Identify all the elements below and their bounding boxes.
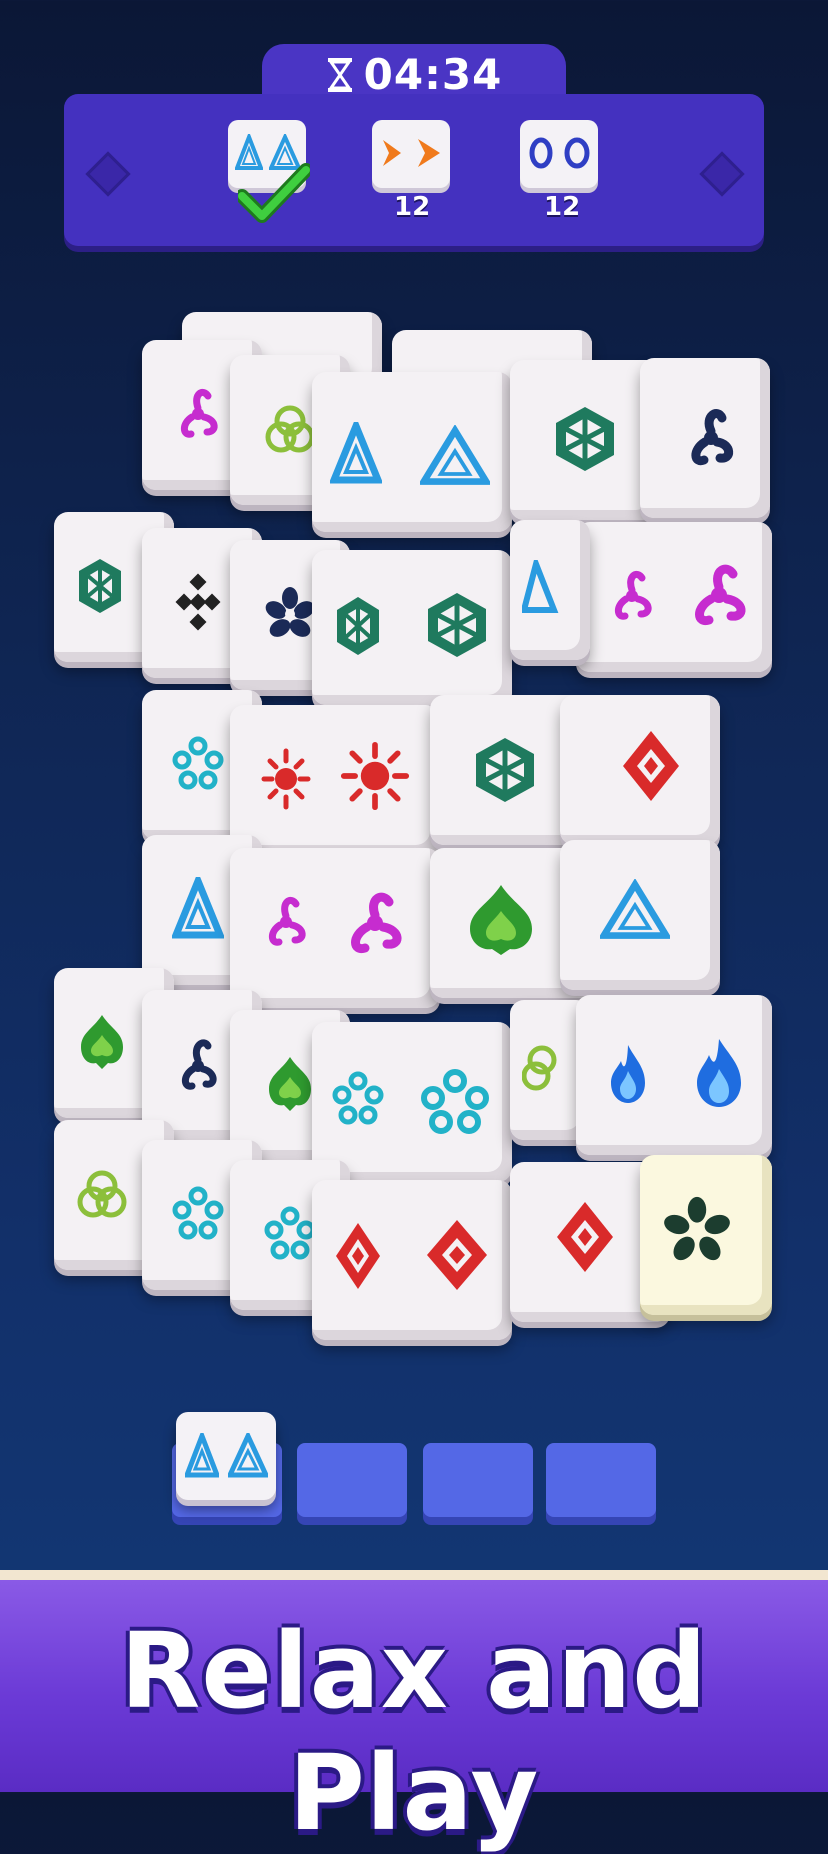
triangle-icon — [516, 556, 568, 620]
five-dots-icon — [172, 1182, 224, 1246]
hexagon-icon — [470, 735, 540, 805]
sun-icon — [260, 747, 312, 811]
tile-triangle[interactable] — [312, 372, 512, 532]
sun-icon — [340, 741, 410, 811]
flame-icon — [684, 1037, 754, 1107]
hexagon-icon — [550, 404, 620, 474]
swirl-icon — [684, 560, 754, 630]
red-diamond-icon — [550, 1202, 620, 1272]
tray-slot-3 — [423, 1443, 533, 1517]
triangle-icon — [172, 877, 224, 941]
chevron-icon — [376, 130, 410, 176]
diamond-cluster-icon — [172, 570, 224, 634]
red-diamond-icon — [422, 1220, 492, 1290]
tile-triangle-partial — [510, 520, 590, 660]
celtic-knot-icon — [516, 1036, 568, 1100]
goal-count-ring: 12 — [544, 192, 581, 222]
tile-five-dots[interactable] — [312, 1022, 512, 1182]
celtic-knot-icon — [264, 397, 316, 461]
tray-cube-triangle — [176, 1412, 276, 1500]
heart-icon — [264, 1052, 316, 1116]
five-dots-icon — [264, 1202, 316, 1266]
tile-swirl[interactable] — [230, 848, 440, 1008]
tile-hexagon[interactable] — [510, 360, 660, 520]
five-dots-icon — [172, 732, 224, 796]
tile-swirl[interactable] — [576, 522, 772, 672]
timer-value: 04:34 — [363, 50, 503, 99]
flower-icon — [264, 582, 316, 646]
hexagon-icon — [332, 594, 384, 658]
swirl-icon — [172, 382, 224, 446]
tile-hexagon[interactable] — [312, 550, 512, 705]
timer: 04:34 — [262, 50, 566, 99]
tile-triskele[interactable] — [640, 358, 770, 518]
triangle-icon — [600, 876, 670, 946]
triangle-icon — [228, 1430, 268, 1482]
heart-icon — [76, 1010, 128, 1074]
five-dots-icon — [420, 1066, 490, 1136]
swirl-icon — [340, 888, 410, 958]
red-diamond-icon — [332, 1223, 384, 1289]
goal-cube — [372, 120, 450, 188]
tile-sun[interactable] — [230, 705, 440, 855]
five-dots-icon — [332, 1068, 384, 1132]
swirl-icon — [606, 564, 658, 628]
hexagon-icon — [422, 590, 492, 660]
red-diamond-icon — [616, 731, 686, 801]
hourglass-icon — [327, 58, 352, 92]
dark-flower-icon — [662, 1195, 732, 1265]
tile-red-diamond[interactable] — [312, 1180, 512, 1340]
tile-red-diamond[interactable] — [560, 695, 720, 845]
tile-board — [40, 300, 790, 1360]
triangle-icon — [330, 422, 382, 486]
goal-chevron — [366, 120, 456, 200]
goal-cube — [520, 120, 598, 188]
hexagon-icon — [74, 554, 126, 618]
heart-icon — [466, 884, 536, 955]
tile-dark-flower-highlighted[interactable] — [640, 1155, 772, 1315]
ring-icon — [524, 130, 558, 176]
banner-divider — [0, 1570, 828, 1580]
triskele-icon — [172, 1032, 224, 1096]
tile-triangle[interactable] — [560, 840, 720, 990]
triangle-icon — [420, 422, 490, 492]
triangle-icon — [182, 1430, 222, 1482]
tray-slot-2 — [297, 1443, 407, 1517]
flame-icon — [602, 1041, 654, 1105]
triskele-icon — [676, 402, 746, 472]
goal-count-chevron: 12 — [394, 192, 431, 222]
chevron-icon — [412, 130, 446, 176]
goal-ring — [514, 120, 604, 200]
banner-title: Relax and Play — [120, 1610, 708, 1854]
celtic-knot-icon — [76, 1162, 128, 1226]
ring-icon — [560, 130, 594, 176]
tray-slot-4 — [546, 1443, 656, 1517]
checkmark-icon — [238, 163, 310, 223]
tile-flame[interactable] — [576, 995, 772, 1155]
swirl-icon — [260, 890, 312, 954]
